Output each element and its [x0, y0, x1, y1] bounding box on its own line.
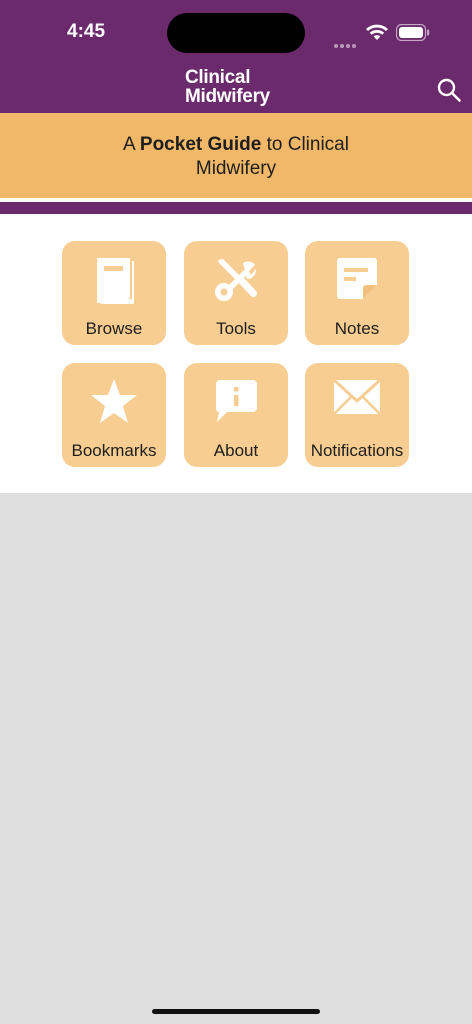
logo-line-1: Clinical [185, 67, 251, 88]
search-icon[interactable] [436, 77, 462, 103]
about-button[interactable]: About [184, 363, 288, 467]
tagline-prefix: A [123, 134, 140, 155]
bookmarks-button[interactable]: Bookmarks [62, 363, 166, 467]
signal-dots-icon [334, 35, 358, 53]
notes-button[interactable]: Notes [305, 241, 409, 345]
notifications-label: Notifications [310, 441, 404, 460]
wifi-icon [366, 24, 388, 40]
notes-label: Notes [334, 319, 380, 338]
notifications-button[interactable]: Notifications [305, 363, 409, 467]
dynamic-island [167, 13, 305, 53]
star-icon [91, 379, 137, 423]
tools-icon [215, 259, 258, 301]
divider-purple [0, 202, 472, 214]
tools-button[interactable]: Tools [184, 241, 288, 345]
browse-button[interactable]: Browse [62, 241, 166, 345]
note-icon [337, 258, 377, 299]
info-bubble-icon [216, 380, 257, 422]
logo-line-2: Midwifery [185, 86, 270, 107]
about-label: About [213, 441, 259, 460]
bookmarks-label: Bookmarks [71, 441, 157, 460]
tools-label: Tools [216, 319, 256, 338]
browse-label: Browse [85, 319, 143, 338]
tagline-bold: Pocket Guide [139, 134, 262, 155]
app-logo: Clinical Midwifery [185, 68, 295, 106]
tagline-text: A Pocket Guide to Clinical Midwifery [86, 133, 386, 181]
book-icon [97, 258, 134, 304]
status-time: 4:45 [67, 21, 106, 42]
tagline-line-2: Midwifery [195, 158, 277, 179]
envelope-icon [332, 378, 382, 415]
home-indicator[interactable] [152, 1009, 320, 1014]
battery-icon [396, 24, 430, 41]
tagline-suffix: to Clinical [261, 134, 349, 155]
